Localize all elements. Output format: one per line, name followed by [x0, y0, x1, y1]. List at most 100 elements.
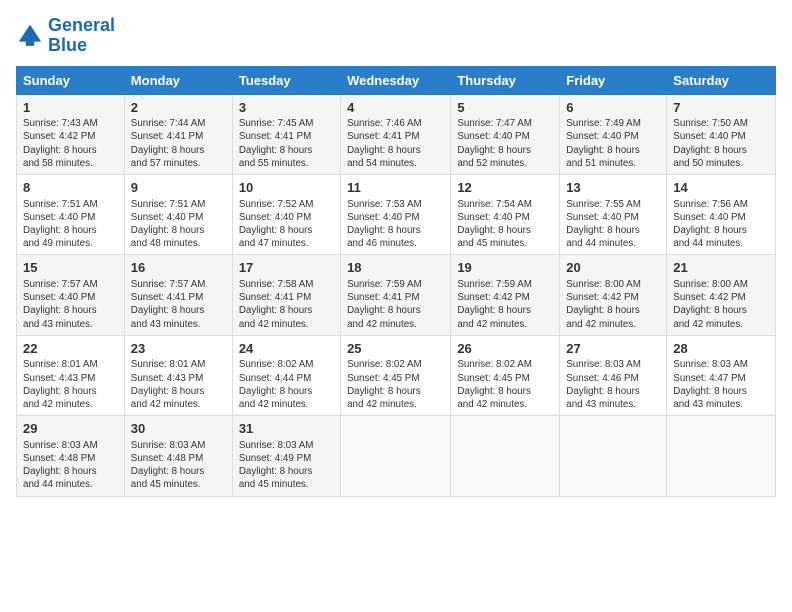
- day-number: 21: [673, 259, 769, 277]
- calendar-header-row: SundayMondayTuesdayWednesdayThursdayFrid…: [17, 66, 776, 94]
- calendar-cell: 25Sunrise: 8:02 AMSunset: 4:45 PMDayligh…: [341, 335, 451, 415]
- day-number: 14: [673, 179, 769, 197]
- calendar-cell: 22Sunrise: 8:01 AMSunset: 4:43 PMDayligh…: [17, 335, 125, 415]
- day-info: Sunrise: 7:45 AMSunset: 4:41 PMDaylight:…: [239, 117, 334, 170]
- day-info: Sunrise: 7:46 AMSunset: 4:41 PMDaylight:…: [347, 117, 444, 170]
- day-number: 15: [23, 259, 118, 277]
- calendar-cell: 6Sunrise: 7:49 AMSunset: 4:40 PMDaylight…: [560, 94, 667, 174]
- day-number: 2: [131, 99, 226, 117]
- day-number: 29: [23, 420, 118, 438]
- calendar-cell: 15Sunrise: 7:57 AMSunset: 4:40 PMDayligh…: [17, 255, 125, 335]
- day-number: 8: [23, 179, 118, 197]
- calendar-cell: 7Sunrise: 7:50 AMSunset: 4:40 PMDaylight…: [667, 94, 776, 174]
- logo-text: General Blue: [48, 16, 115, 56]
- calendar-week-row: 1Sunrise: 7:43 AMSunset: 4:42 PMDaylight…: [17, 94, 776, 174]
- day-info: Sunrise: 8:03 AMSunset: 4:47 PMDaylight:…: [673, 358, 769, 411]
- logo: General Blue: [16, 16, 115, 56]
- day-number: 6: [566, 99, 660, 117]
- calendar-week-row: 15Sunrise: 7:57 AMSunset: 4:40 PMDayligh…: [17, 255, 776, 335]
- calendar-cell: 11Sunrise: 7:53 AMSunset: 4:40 PMDayligh…: [341, 175, 451, 255]
- col-header-wednesday: Wednesday: [341, 66, 451, 94]
- calendar-cell: 16Sunrise: 7:57 AMSunset: 4:41 PMDayligh…: [124, 255, 232, 335]
- logo-icon: [16, 22, 44, 50]
- day-number: 26: [457, 340, 553, 358]
- calendar-table: SundayMondayTuesdayWednesdayThursdayFrid…: [16, 66, 776, 497]
- col-header-thursday: Thursday: [451, 66, 560, 94]
- col-header-friday: Friday: [560, 66, 667, 94]
- day-number: 19: [457, 259, 553, 277]
- day-info: Sunrise: 7:57 AMSunset: 4:40 PMDaylight:…: [23, 278, 118, 331]
- day-info: Sunrise: 7:58 AMSunset: 4:41 PMDaylight:…: [239, 278, 334, 331]
- day-number: 13: [566, 179, 660, 197]
- calendar-cell: 26Sunrise: 8:02 AMSunset: 4:45 PMDayligh…: [451, 335, 560, 415]
- day-info: Sunrise: 8:03 AMSunset: 4:48 PMDaylight:…: [131, 439, 226, 492]
- day-info: Sunrise: 7:52 AMSunset: 4:40 PMDaylight:…: [239, 198, 334, 251]
- calendar-cell: [560, 416, 667, 496]
- day-info: Sunrise: 8:00 AMSunset: 4:42 PMDaylight:…: [566, 278, 660, 331]
- col-header-saturday: Saturday: [667, 66, 776, 94]
- day-number: 31: [239, 420, 334, 438]
- day-info: Sunrise: 8:02 AMSunset: 4:44 PMDaylight:…: [239, 358, 334, 411]
- calendar-cell: 24Sunrise: 8:02 AMSunset: 4:44 PMDayligh…: [232, 335, 340, 415]
- calendar-cell: 2Sunrise: 7:44 AMSunset: 4:41 PMDaylight…: [124, 94, 232, 174]
- col-header-sunday: Sunday: [17, 66, 125, 94]
- day-info: Sunrise: 7:44 AMSunset: 4:41 PMDaylight:…: [131, 117, 226, 170]
- day-number: 16: [131, 259, 226, 277]
- day-info: Sunrise: 7:50 AMSunset: 4:40 PMDaylight:…: [673, 117, 769, 170]
- calendar-cell: 29Sunrise: 8:03 AMSunset: 4:48 PMDayligh…: [17, 416, 125, 496]
- day-number: 22: [23, 340, 118, 358]
- day-number: 17: [239, 259, 334, 277]
- day-info: Sunrise: 8:02 AMSunset: 4:45 PMDaylight:…: [347, 358, 444, 411]
- calendar-cell: 27Sunrise: 8:03 AMSunset: 4:46 PMDayligh…: [560, 335, 667, 415]
- day-info: Sunrise: 7:54 AMSunset: 4:40 PMDaylight:…: [457, 198, 553, 251]
- day-number: 27: [566, 340, 660, 358]
- calendar-cell: 31Sunrise: 8:03 AMSunset: 4:49 PMDayligh…: [232, 416, 340, 496]
- calendar-cell: 30Sunrise: 8:03 AMSunset: 4:48 PMDayligh…: [124, 416, 232, 496]
- day-info: Sunrise: 7:51 AMSunset: 4:40 PMDaylight:…: [131, 198, 226, 251]
- calendar-cell: 13Sunrise: 7:55 AMSunset: 4:40 PMDayligh…: [560, 175, 667, 255]
- calendar-cell: 17Sunrise: 7:58 AMSunset: 4:41 PMDayligh…: [232, 255, 340, 335]
- calendar-container: General Blue SundayMondayTuesdayWednesda…: [0, 0, 792, 505]
- col-header-monday: Monday: [124, 66, 232, 94]
- calendar-cell: 28Sunrise: 8:03 AMSunset: 4:47 PMDayligh…: [667, 335, 776, 415]
- col-header-tuesday: Tuesday: [232, 66, 340, 94]
- day-number: 7: [673, 99, 769, 117]
- day-info: Sunrise: 7:43 AMSunset: 4:42 PMDaylight:…: [23, 117, 118, 170]
- calendar-cell: [341, 416, 451, 496]
- day-info: Sunrise: 7:49 AMSunset: 4:40 PMDaylight:…: [566, 117, 660, 170]
- day-number: 30: [131, 420, 226, 438]
- day-number: 18: [347, 259, 444, 277]
- calendar-cell: 20Sunrise: 8:00 AMSunset: 4:42 PMDayligh…: [560, 255, 667, 335]
- day-number: 23: [131, 340, 226, 358]
- day-info: Sunrise: 8:01 AMSunset: 4:43 PMDaylight:…: [23, 358, 118, 411]
- calendar-cell: 23Sunrise: 8:01 AMSunset: 4:43 PMDayligh…: [124, 335, 232, 415]
- day-number: 3: [239, 99, 334, 117]
- calendar-cell: 8Sunrise: 7:51 AMSunset: 4:40 PMDaylight…: [17, 175, 125, 255]
- day-number: 28: [673, 340, 769, 358]
- calendar-week-row: 22Sunrise: 8:01 AMSunset: 4:43 PMDayligh…: [17, 335, 776, 415]
- day-info: Sunrise: 8:03 AMSunset: 4:46 PMDaylight:…: [566, 358, 660, 411]
- day-info: Sunrise: 8:02 AMSunset: 4:45 PMDaylight:…: [457, 358, 553, 411]
- calendar-cell: 21Sunrise: 8:00 AMSunset: 4:42 PMDayligh…: [667, 255, 776, 335]
- calendar-cell: 9Sunrise: 7:51 AMSunset: 4:40 PMDaylight…: [124, 175, 232, 255]
- day-number: 4: [347, 99, 444, 117]
- calendar-cell: 5Sunrise: 7:47 AMSunset: 4:40 PMDaylight…: [451, 94, 560, 174]
- day-number: 10: [239, 179, 334, 197]
- day-info: Sunrise: 8:03 AMSunset: 4:49 PMDaylight:…: [239, 439, 334, 492]
- calendar-cell: 12Sunrise: 7:54 AMSunset: 4:40 PMDayligh…: [451, 175, 560, 255]
- calendar-cell: 14Sunrise: 7:56 AMSunset: 4:40 PMDayligh…: [667, 175, 776, 255]
- day-info: Sunrise: 7:51 AMSunset: 4:40 PMDaylight:…: [23, 198, 118, 251]
- day-number: 11: [347, 179, 444, 197]
- day-info: Sunrise: 8:01 AMSunset: 4:43 PMDaylight:…: [131, 358, 226, 411]
- day-info: Sunrise: 7:47 AMSunset: 4:40 PMDaylight:…: [457, 117, 553, 170]
- calendar-cell: 19Sunrise: 7:59 AMSunset: 4:42 PMDayligh…: [451, 255, 560, 335]
- day-number: 20: [566, 259, 660, 277]
- day-info: Sunrise: 7:59 AMSunset: 4:42 PMDaylight:…: [457, 278, 553, 331]
- calendar-cell: 18Sunrise: 7:59 AMSunset: 4:41 PMDayligh…: [341, 255, 451, 335]
- calendar-week-row: 8Sunrise: 7:51 AMSunset: 4:40 PMDaylight…: [17, 175, 776, 255]
- calendar-week-row: 29 Sunrise: 8:03 AMSunset: 4:48 PMDayligh…: [17, 416, 776, 496]
- day-number: 12: [457, 179, 553, 197]
- day-info: Sunrise: 7:53 AMSunset: 4:40 PMDaylight:…: [347, 198, 444, 251]
- calendar-cell: [451, 416, 560, 496]
- calendar-cell: 3Sunrise: 7:45 AMSunset: 4:41 PMDaylight…: [232, 94, 340, 174]
